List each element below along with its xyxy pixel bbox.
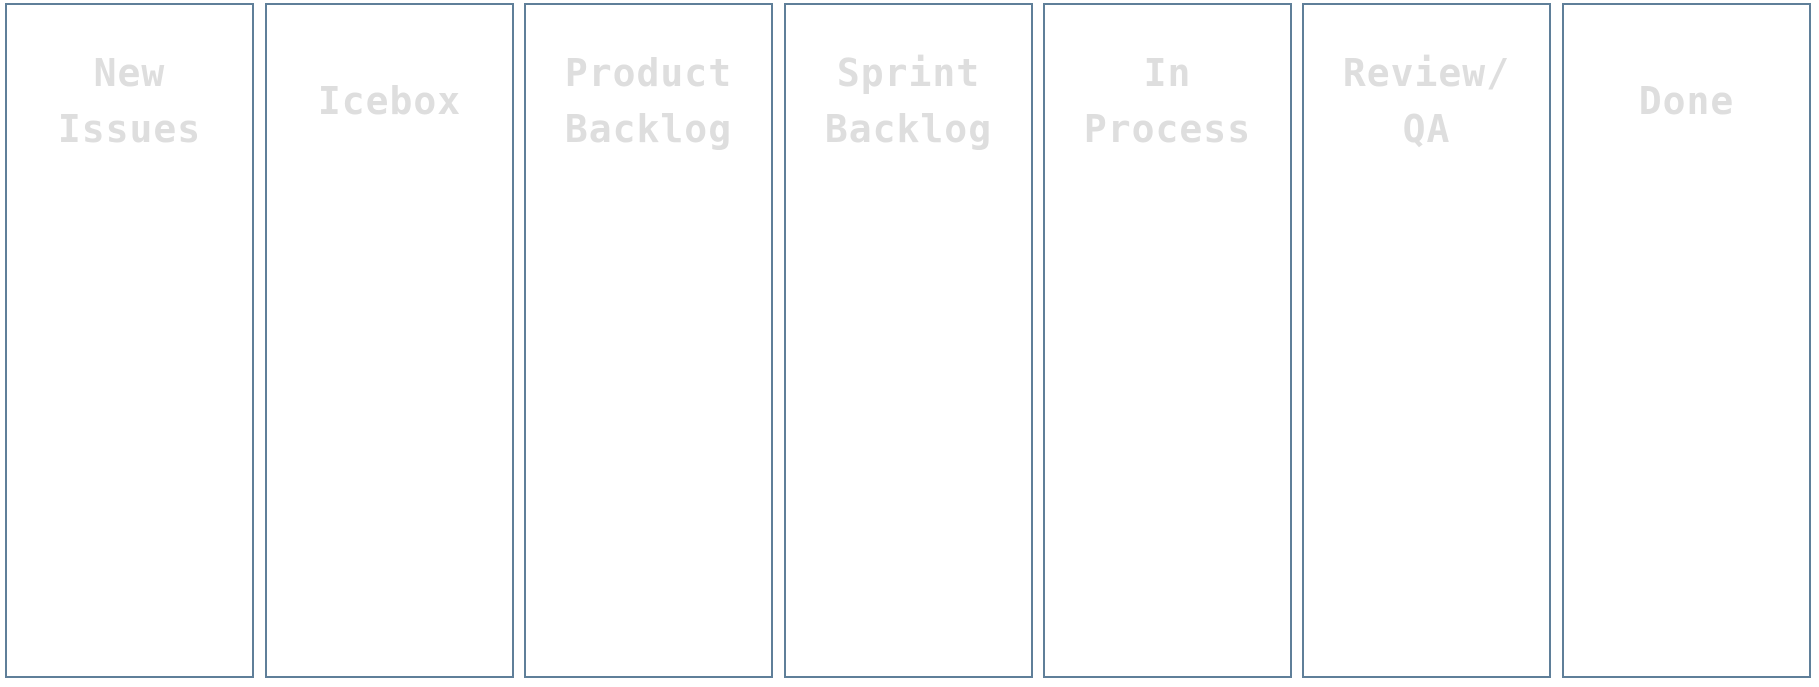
column-title: Review/ QA xyxy=(1342,51,1511,151)
column-done[interactable]: Done xyxy=(1562,3,1811,678)
column-title: In Process xyxy=(1083,51,1252,151)
column-title: Icebox xyxy=(317,79,462,123)
column-product-backlog[interactable]: Product Backlog xyxy=(524,3,773,678)
column-title: New Issues xyxy=(57,51,202,151)
column-in-process[interactable]: In Process xyxy=(1043,3,1292,678)
column-review-qa[interactable]: Review/ QA xyxy=(1302,3,1551,678)
column-new-issues[interactable]: New Issues xyxy=(5,3,254,678)
column-title: Sprint Backlog xyxy=(824,51,993,151)
column-title: Product Backlog xyxy=(564,51,733,151)
column-icebox[interactable]: Icebox xyxy=(265,3,514,678)
column-sprint-backlog[interactable]: Sprint Backlog xyxy=(784,3,1033,678)
column-title: Done xyxy=(1638,79,1735,123)
kanban-board: New Issues Icebox Product Backlog Sprint… xyxy=(0,0,1819,687)
